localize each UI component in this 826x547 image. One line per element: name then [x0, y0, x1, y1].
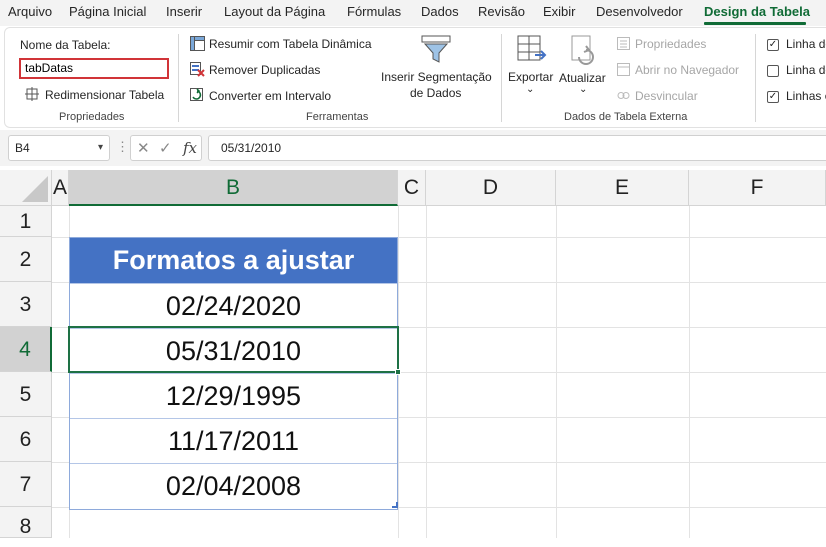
- export-button[interactable]: Exportar: [508, 70, 553, 84]
- properties-button[interactable]: Propriedades: [635, 37, 706, 51]
- banded-rows-checkbox[interactable]: ✓: [767, 91, 779, 103]
- tab-desenvolvedor[interactable]: Desenvolvedor: [596, 4, 683, 19]
- group-label-dados-externos: Dados de Tabela Externa: [564, 111, 688, 123]
- menu-tabs: Arquivo Página Inicial Inserir Layout da…: [0, 0, 826, 26]
- column-header-f[interactable]: F: [689, 170, 826, 206]
- unlink-icon: [617, 89, 630, 107]
- group-label-ferramentas: Ferramentas: [306, 111, 369, 123]
- tab-design-da-tabela[interactable]: Design da Tabela: [704, 4, 810, 19]
- row-header-5[interactable]: 5: [0, 372, 52, 417]
- fill-handle[interactable]: [395, 369, 401, 375]
- grid-line: [689, 206, 690, 538]
- active-cell-border: [68, 326, 399, 373]
- cancel-icon[interactable]: ✕: [137, 139, 150, 157]
- slicer-icon: [421, 35, 451, 70]
- remove-duplicates-icon: [190, 62, 205, 82]
- insert-function-icon[interactable]: fx: [183, 139, 197, 157]
- column-header-e[interactable]: E: [556, 170, 689, 206]
- refresh-chevron-icon[interactable]: ⌄: [579, 84, 587, 95]
- refresh-icon: [569, 35, 599, 70]
- table-name-label: Nome da Tabela:: [20, 38, 111, 52]
- group-label-propriedades: Propriedades: [59, 111, 125, 123]
- properties-icon: [617, 37, 630, 55]
- table-cell-b3[interactable]: 02/24/2020: [70, 283, 397, 328]
- total-row-label: Linha de: [786, 63, 826, 77]
- name-box-value: B4: [15, 141, 30, 155]
- open-browser-button[interactable]: Abrir no Navegador: [635, 63, 739, 77]
- group-separator: [501, 34, 502, 122]
- ribbon: Nome da Tabela: tabDatas Redimensionar T…: [4, 27, 826, 128]
- tab-pagina-inicial[interactable]: Página Inicial: [69, 4, 146, 19]
- insert-slicer-button-line2[interactable]: de Dados: [410, 86, 461, 100]
- tab-layout-da-pagina[interactable]: Layout da Página: [224, 4, 325, 19]
- tab-revisao[interactable]: Revisão: [478, 4, 525, 19]
- column-header-a[interactable]: A: [52, 170, 69, 206]
- convert-range-icon: [190, 88, 205, 108]
- grid-line: [556, 206, 557, 538]
- more-options-icon[interactable]: ⋮: [116, 139, 129, 155]
- row-header-4[interactable]: 4: [0, 327, 52, 372]
- banded-rows-label: Linhas e: [786, 89, 826, 103]
- insert-slicer-button[interactable]: Inserir Segmentação: [381, 70, 492, 84]
- total-row-checkbox[interactable]: [767, 65, 779, 77]
- export-icon: [517, 35, 547, 70]
- worksheet-grid: A B C D E F 1 2 3 4 5 6 7 8 Formatos a a…: [0, 170, 826, 538]
- row-header-1[interactable]: 1: [0, 206, 52, 237]
- resize-table-button[interactable]: Redimensionar Tabela: [45, 88, 164, 102]
- refresh-button[interactable]: Atualizar: [559, 71, 606, 85]
- header-row-checkbox[interactable]: ✓: [767, 39, 779, 51]
- formula-input[interactable]: 05/31/2010: [208, 135, 826, 161]
- table-cell-b5[interactable]: 12/29/1995: [70, 373, 397, 418]
- column-header-b[interactable]: B: [69, 170, 398, 206]
- row-header-2[interactable]: 2: [0, 237, 52, 282]
- tab-exibir[interactable]: Exibir: [543, 4, 576, 19]
- pivot-table-icon: [190, 36, 205, 56]
- group-separator: [755, 34, 756, 122]
- convert-range-button[interactable]: Converter em Intervalo: [209, 89, 331, 103]
- row-header-8[interactable]: 8: [0, 507, 52, 538]
- table-name-input[interactable]: tabDatas: [19, 58, 169, 79]
- resize-table-icon: [25, 87, 39, 106]
- tab-formulas[interactable]: Fórmulas: [347, 4, 401, 19]
- chevron-down-icon[interactable]: ▾: [98, 142, 103, 153]
- table-cell-b6[interactable]: 11/17/2011: [70, 418, 397, 463]
- header-row-label: Linha de: [786, 37, 826, 51]
- table-header-cell[interactable]: Formatos a ajustar: [70, 238, 397, 283]
- active-tab-indicator: [704, 22, 806, 25]
- row-header-7[interactable]: 7: [0, 462, 52, 507]
- unlink-button[interactable]: Desvincular: [635, 89, 698, 103]
- formula-buttons: ✕ ✓ fx: [130, 135, 202, 161]
- table-cell-b7[interactable]: 02/04/2008: [70, 463, 397, 508]
- grid-line: [426, 206, 427, 538]
- browser-icon: [617, 63, 630, 81]
- name-box[interactable]: B4 ▾: [8, 135, 110, 161]
- excel-table: Formatos a ajustar 02/24/2020 05/31/2010…: [69, 237, 398, 510]
- export-chevron-icon[interactable]: ⌄: [526, 84, 534, 95]
- row-header-6[interactable]: 6: [0, 417, 52, 462]
- tab-arquivo[interactable]: Arquivo: [8, 4, 52, 19]
- table-resize-handle[interactable]: [392, 502, 398, 508]
- group-separator: [178, 34, 179, 122]
- column-header-d[interactable]: D: [426, 170, 556, 206]
- confirm-icon[interactable]: ✓: [159, 139, 172, 157]
- tab-dados[interactable]: Dados: [421, 4, 459, 19]
- select-all-corner[interactable]: [0, 170, 52, 206]
- pivot-table-button[interactable]: Resumir com Tabela Dinâmica: [209, 37, 372, 51]
- column-header-c[interactable]: C: [398, 170, 426, 206]
- tab-inserir[interactable]: Inserir: [166, 4, 202, 19]
- formula-bar: B4 ▾ ⋮ ✕ ✓ fx 05/31/2010: [0, 130, 826, 166]
- row-header-3[interactable]: 3: [0, 282, 52, 327]
- remove-duplicates-button[interactable]: Remover Duplicadas: [209, 63, 320, 77]
